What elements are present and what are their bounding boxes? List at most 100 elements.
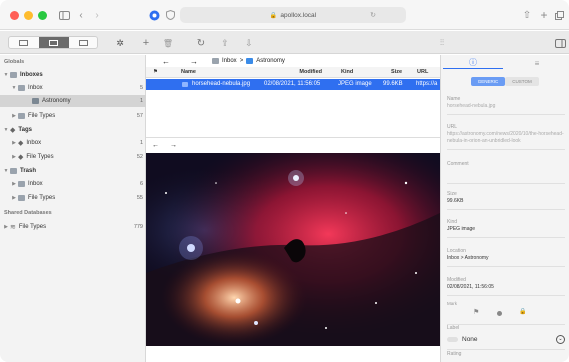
close-window-button[interactable]	[10, 11, 19, 20]
lock-icon: 🔒	[269, 12, 278, 19]
filter-sliders-icon[interactable]: ⫶⫶	[435, 36, 449, 50]
chevron-right-icon[interactable]: ▶	[10, 113, 18, 119]
reload-icon[interactable]: ↻	[370, 11, 376, 19]
gear-icon[interactable]: ✲	[113, 36, 127, 50]
chevron-right-icon[interactable]: ▶	[10, 140, 18, 146]
chevron-down-icon[interactable]: ▼	[10, 85, 18, 91]
field-label: Comment	[447, 161, 469, 167]
table-header: ⚑ Name Modified Kind Size URL	[146, 67, 440, 78]
sidebar-item-label: File Types	[26, 154, 54, 160]
tab-info[interactable]: ⓘ	[443, 57, 503, 69]
inspector-toggle-icon[interactable]	[553, 36, 567, 50]
chevron-down-icon[interactable]: ▼	[2, 127, 10, 133]
field-size: Size 99.6KB	[447, 191, 565, 210]
info-icon: ⓘ	[469, 58, 477, 67]
lock-icon[interactable]: 🔒	[519, 308, 526, 315]
chevron-right-icon[interactable]: ▶	[10, 181, 18, 187]
chevron-down-icon[interactable]: ▼	[2, 72, 10, 78]
cell-size: 99.6KB	[383, 81, 403, 87]
back-icon[interactable]: ‹	[74, 8, 88, 22]
sidebar-toggle-icon[interactable]	[57, 8, 71, 22]
preview-back-icon[interactable]: ←	[152, 142, 159, 149]
field-label: URL	[447, 124, 458, 130]
view-mode-segmented[interactable]	[8, 36, 98, 49]
chevron-right-icon[interactable]: ▶	[2, 224, 10, 230]
trash-icon[interactable]: 🗑	[161, 36, 175, 50]
column-header-size[interactable]: Size	[391, 69, 402, 75]
sidebar-item-label: File Types	[28, 195, 56, 201]
trash-icon	[10, 168, 17, 174]
label-color-swatch	[447, 336, 458, 342]
minimize-window-button[interactable]	[24, 11, 33, 20]
sidebar-item-count: 6	[139, 181, 143, 187]
breadcrumb-separator: >	[239, 58, 244, 64]
flag-icon[interactable]: ⚑	[473, 308, 479, 316]
download-icon[interactable]: ⇩	[242, 36, 256, 50]
split-divider[interactable]	[146, 137, 440, 138]
cell-name: horsehead-nebula.jpg	[192, 81, 251, 87]
back-arrow-icon[interactable]: ←	[162, 57, 170, 66]
preview-nav: ← →	[146, 139, 440, 151]
column-header-name[interactable]: Name	[181, 69, 196, 75]
inbox-tray-icon	[10, 72, 17, 78]
segment-custom[interactable]: CUSTOM	[505, 77, 539, 86]
sidebar-item-inbox[interactable]: ▼ Inbox 5	[0, 82, 146, 94]
chevron-right-icon[interactable]: ▶	[10, 195, 18, 201]
sidebar-item-trash-inbox[interactable]: ▶ Inbox 6	[0, 178, 146, 190]
sidebar-item-file-types[interactable]: ▶ File Types 57	[0, 110, 146, 122]
label-select-value[interactable]: None	[462, 336, 478, 343]
column-header-url[interactable]: URL	[417, 69, 428, 75]
column-header-modified[interactable]: Modified	[299, 69, 322, 75]
sidebar-item-label: Inbox	[28, 85, 43, 91]
new-tab-icon[interactable]: +	[537, 8, 551, 22]
add-icon[interactable]: +	[139, 36, 153, 50]
upload-icon[interactable]: ⇪	[218, 36, 232, 50]
sidebar-item-tags-file-types[interactable]: ▶ ◆ File Types 52	[0, 151, 146, 163]
field-name[interactable]: Name horsehead-nebula.jpg	[447, 96, 565, 115]
sidebar-item-astronomy[interactable]: Astronomy 1	[0, 95, 146, 107]
flag-column-icon[interactable]: ⚑	[153, 69, 158, 75]
image-file-icon	[182, 82, 188, 87]
inbox-tray-icon	[18, 85, 25, 91]
breadcrumb-root[interactable]: Inbox	[222, 58, 237, 64]
address-bar[interactable]: 🔒 apollox.local ↻	[180, 7, 406, 23]
forward-arrow-icon[interactable]: →	[190, 57, 198, 66]
sidebar-item-tags[interactable]: ▼ ◆ Tags	[0, 124, 146, 136]
preview-forward-icon[interactable]: →	[170, 142, 177, 149]
field-value[interactable]: horsehead-nebula.jpg	[447, 103, 565, 110]
chevron-right-icon[interactable]: ▶	[10, 154, 18, 160]
forward-icon[interactable]: ›	[90, 8, 104, 22]
share-icon[interactable]: ⇧	[520, 8, 534, 22]
field-modified: Modified 02/08/2021, 11:56:05	[447, 277, 565, 296]
cell-modified: 02/08/2021, 11:56:05	[264, 81, 321, 87]
column-header-kind[interactable]: Kind	[341, 69, 353, 75]
sidebar-item-label: Tags	[18, 127, 32, 133]
table-row[interactable]: horsehead-nebula.jpg 02/08/2021, 11:56:0…	[146, 79, 440, 90]
field-comment[interactable]: Comment	[447, 161, 565, 184]
sidebar-item-label: File Types	[28, 113, 56, 119]
privacy-shield-icon[interactable]	[163, 8, 177, 22]
tag-icon: ◆	[10, 127, 16, 134]
field-url[interactable]: URL https://astronomy.com/news/2020/10/t…	[447, 124, 565, 150]
sidebar-item-shared-file-types[interactable]: ▶ ≋ File Types 779	[0, 221, 146, 233]
sidebar-item-trash-file-types[interactable]: ▶ File Types 55	[0, 192, 146, 204]
maximize-window-button[interactable]	[38, 11, 47, 20]
sidebar-item-inboxes[interactable]: ▼ Inboxes	[0, 69, 146, 81]
sidebar-item-tags-inbox[interactable]: ▶ ◆ Inbox 1	[0, 137, 146, 149]
trash-icon	[18, 195, 25, 201]
tab-list[interactable]: ≡	[507, 57, 567, 69]
segment-generic[interactable]: GENERIC	[471, 77, 505, 86]
tabs-overview-icon[interactable]	[552, 8, 566, 22]
chevron-down-icon[interactable]: ⌄	[556, 334, 565, 344]
breadcrumb-current[interactable]: Astronomy	[256, 58, 285, 64]
field-value[interactable]: https://astronomy.com/news/2020/10/the-h…	[447, 131, 565, 145]
preview-view-icon	[79, 40, 88, 46]
field-rating[interactable]: Rating	[447, 351, 565, 357]
breadcrumb: ← → Inbox > Astronomy	[146, 55, 440, 67]
database-icon: ≋	[10, 224, 16, 231]
field-label-select[interactable]: Label None ⌄	[447, 325, 565, 350]
unread-dot-icon[interactable]	[497, 311, 502, 316]
sidebar-item-trash[interactable]: ▼ Trash	[0, 165, 146, 177]
refresh-icon[interactable]: ↻	[194, 36, 208, 50]
chevron-down-icon[interactable]: ▼	[2, 168, 10, 174]
